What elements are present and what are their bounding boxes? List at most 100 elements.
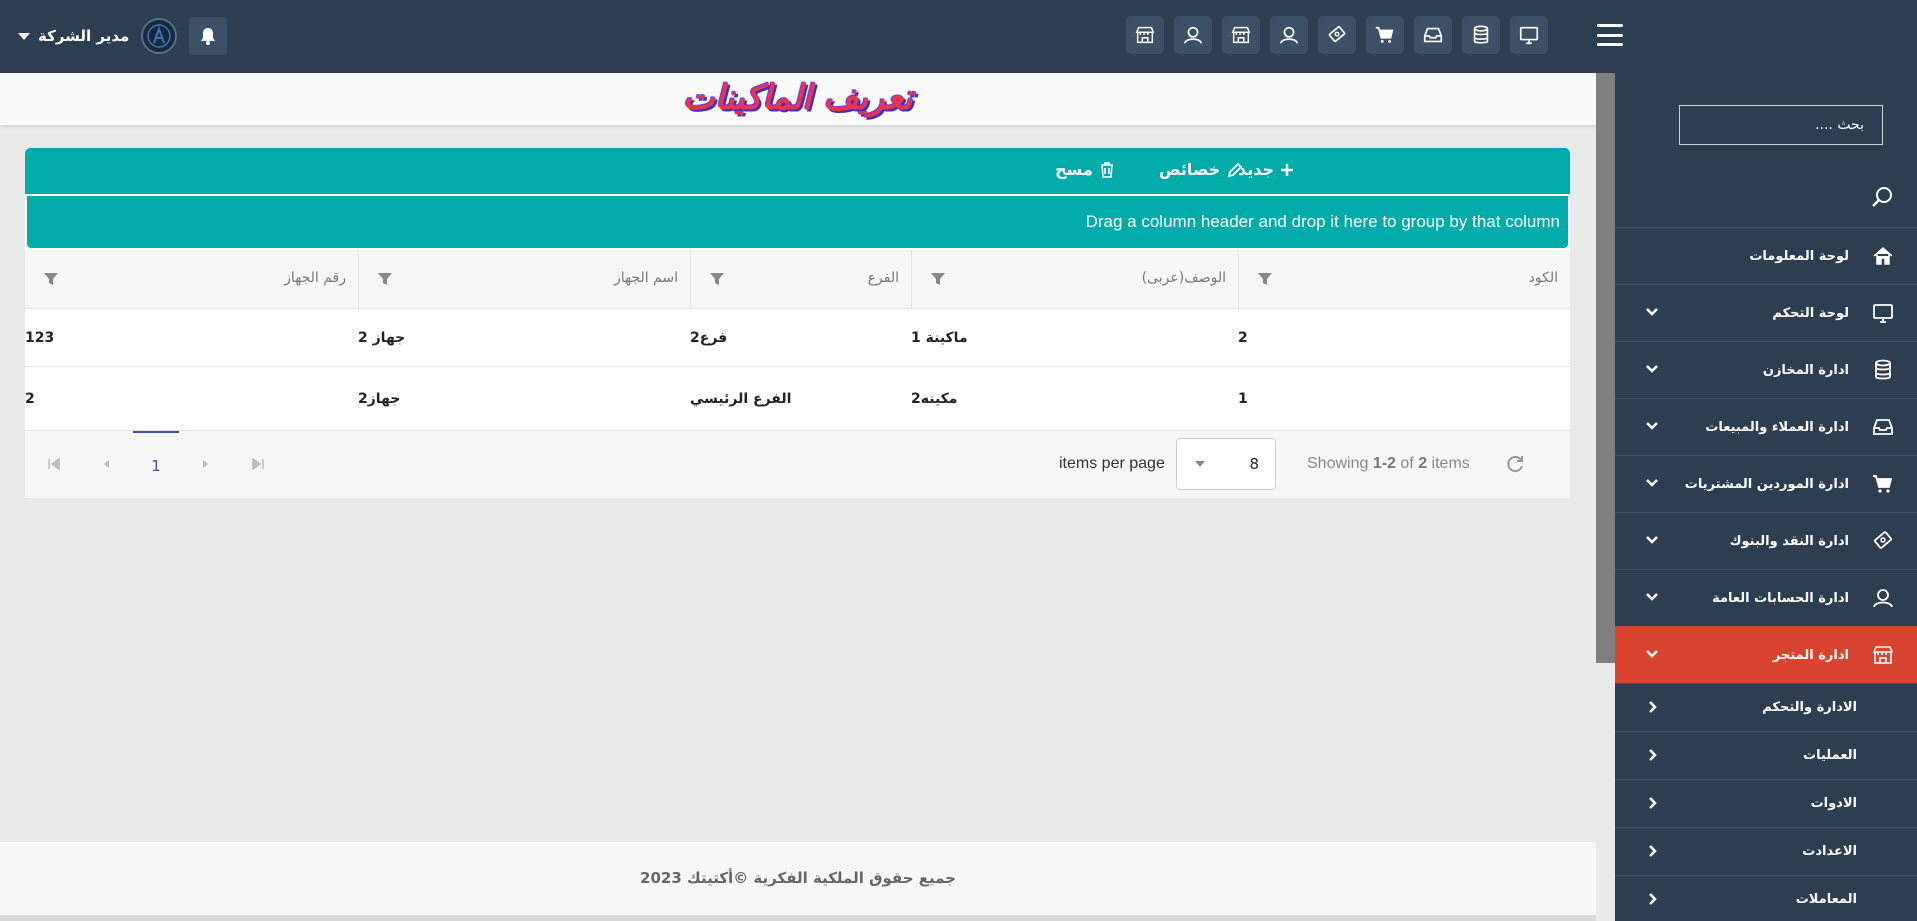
- page-number[interactable]: 1: [133, 431, 179, 498]
- bell-icon: [201, 28, 216, 45]
- sidebar-menu: لوحة المعلومات لوحة التحكم ادارة المخازن اد…: [1615, 227, 1917, 921]
- title-bar: تعريف الماكينات: [0, 73, 1596, 125]
- sidebar-menu-label: لوحة المعلومات: [1749, 248, 1849, 264]
- column-header-label: رقم الجهاز: [284, 270, 346, 286]
- scrollbar-thumb[interactable]: [1596, 73, 1615, 663]
- top-icon-bar: [1126, 16, 1548, 54]
- sidebar-submenu-label: الادوات: [1810, 796, 1857, 811]
- menu-toggle-button[interactable]: [1597, 24, 1623, 46]
- table-cell: 2: [1238, 329, 1248, 346]
- filter-icon[interactable]: [377, 272, 393, 286]
- filter-icon[interactable]: [43, 272, 59, 286]
- sidebar-submenu-item[interactable]: الادوات: [1615, 779, 1917, 827]
- chevron-right-icon: [1649, 797, 1657, 809]
- next-page-icon[interactable]: [201, 458, 211, 470]
- caret-down-icon: [18, 32, 30, 40]
- filter-icon[interactable]: [709, 272, 725, 286]
- sidebar-submenu-item[interactable]: المعاملات: [1615, 875, 1917, 921]
- inbox-icon-wrap: [1869, 414, 1897, 440]
- pager-info-total: 2: [1418, 455, 1428, 472]
- sidebar-menu-label: ادارة العملاء والمبيعات: [1705, 419, 1849, 435]
- user-area: مدير الشركة: [18, 16, 228, 56]
- group-by-panel[interactable]: Drag a column header and drop it here to…: [27, 196, 1568, 248]
- sidebar-menu-item[interactable]: ادارة العملاء والمبيعات: [1615, 398, 1917, 455]
- chevron-down-icon: [1646, 479, 1658, 487]
- column-header[interactable]: الفرع: [690, 250, 911, 309]
- monitor-icon-wrap: [1869, 300, 1897, 326]
- store-shortcut-button[interactable]: [1222, 16, 1260, 54]
- notifications-button[interactable]: [189, 17, 228, 55]
- column-header[interactable]: اسم الجهاز: [358, 250, 690, 309]
- cart-icon: [1873, 475, 1893, 493]
- table-cell: 1: [1238, 390, 1248, 407]
- avatar[interactable]: [141, 18, 178, 54]
- column-header[interactable]: الوصف(عربى): [911, 250, 1238, 309]
- hamburger-line: [1597, 33, 1623, 37]
- monitor-shortcut-button[interactable]: [1510, 16, 1548, 54]
- user-icon: [1183, 26, 1203, 44]
- table-cell: جهاز 2: [358, 329, 406, 346]
- table-row[interactable]: 2 ماكينة 1 فرع2 جهاز 2 123: [25, 309, 1570, 367]
- store-shortcut-button[interactable]: [1126, 16, 1164, 54]
- items-per-page-label: items per page: [1059, 455, 1165, 472]
- top-bar: مدير الشركة: [0, 0, 1917, 73]
- column-header[interactable]: رقم الجهاز: [25, 250, 358, 309]
- sidebar-menu-item[interactable]: ادارة الموردين المشتريات: [1615, 455, 1917, 512]
- chevron-right-icon: [1649, 701, 1657, 713]
- sidebar-submenu-item[interactable]: العمليات: [1615, 731, 1917, 779]
- page-size-select[interactable]: 8: [1176, 438, 1276, 490]
- sidebar-menu-item[interactable]: لوحة التحكم: [1615, 284, 1917, 341]
- money-shortcut-button[interactable]: [1318, 16, 1356, 54]
- chevron-down-icon: [1646, 593, 1658, 601]
- chevron-right-icon: [1649, 845, 1657, 857]
- delete-button[interactable]: مسح: [1055, 160, 1115, 179]
- search-icon[interactable]: [1870, 185, 1894, 209]
- group-by-hint: Drag a column header and drop it here to…: [1085, 212, 1560, 231]
- table-cell: فرع2: [690, 329, 728, 346]
- user-icon: [1279, 26, 1299, 44]
- trash-icon: [1100, 161, 1113, 178]
- logo-icon: [147, 24, 172, 48]
- sidebar-menu-item[interactable]: ادارة المخازن: [1615, 341, 1917, 398]
- user-shortcut-button[interactable]: [1270, 16, 1308, 54]
- column-header-label: الفرع: [867, 270, 899, 286]
- sidebar-submenu-item[interactable]: الاعدادت: [1615, 827, 1917, 875]
- monitor-icon: [1519, 26, 1539, 45]
- new-button[interactable]: جديد: [1238, 160, 1294, 179]
- column-header[interactable]: الكود: [1238, 250, 1570, 309]
- first-page-icon[interactable]: [47, 458, 61, 470]
- user-shortcut-button[interactable]: [1174, 16, 1212, 54]
- sidebar-search-input[interactable]: [1679, 105, 1883, 145]
- table-cell: 2: [25, 390, 35, 407]
- prev-page-icon[interactable]: [101, 458, 111, 470]
- refresh-icon[interactable]: [1506, 454, 1526, 474]
- sidebar-menu-label: ادارة المخازن: [1762, 362, 1849, 378]
- user-menu-dropdown[interactable]: مدير الشركة: [18, 27, 129, 45]
- edit-button-label: خصائص: [1159, 160, 1221, 179]
- last-page-icon[interactable]: [251, 458, 265, 470]
- table-row[interactable]: 1 مكينه2 الفرع الرئيسي جهاز2 2: [25, 367, 1570, 431]
- sidebar-menu-item[interactable]: ادارة النقد والبنوك: [1615, 512, 1917, 569]
- machines-grid: جديد خصائص مسح Drag a column header and …: [25, 148, 1570, 498]
- filter-icon[interactable]: [930, 272, 946, 286]
- hamburger-line: [1597, 24, 1623, 27]
- chevron-down-icon: [1646, 308, 1658, 316]
- column-header-label: الوصف(عربى): [1141, 270, 1226, 286]
- money-icon-wrap: [1869, 528, 1897, 554]
- page-size-value: 8: [1249, 455, 1259, 473]
- database-icon: [1473, 25, 1489, 44]
- store-icon: [1135, 26, 1155, 44]
- database-icon-wrap: [1869, 357, 1897, 383]
- inbox-shortcut-button[interactable]: [1414, 16, 1452, 54]
- cart-shortcut-button[interactable]: [1366, 16, 1404, 54]
- grid-pager: 1 items per page 8 Showing 1-2 of 2 item…: [25, 431, 1570, 498]
- filter-icon[interactable]: [1257, 272, 1273, 286]
- sidebar-submenu-item[interactable]: الادارة والتحكم: [1615, 683, 1917, 731]
- sidebar-menu-item[interactable]: لوحة المعلومات: [1615, 227, 1917, 284]
- database-shortcut-button[interactable]: [1462, 16, 1500, 54]
- column-header-label: الكود: [1528, 270, 1558, 286]
- plus-icon: [1281, 163, 1294, 176]
- sidebar-menu-item[interactable]: ادارة المتجر: [1615, 626, 1917, 683]
- edit-button[interactable]: خصائص: [1159, 160, 1244, 179]
- sidebar-menu-item[interactable]: ادارة الحسابات العامة: [1615, 569, 1917, 626]
